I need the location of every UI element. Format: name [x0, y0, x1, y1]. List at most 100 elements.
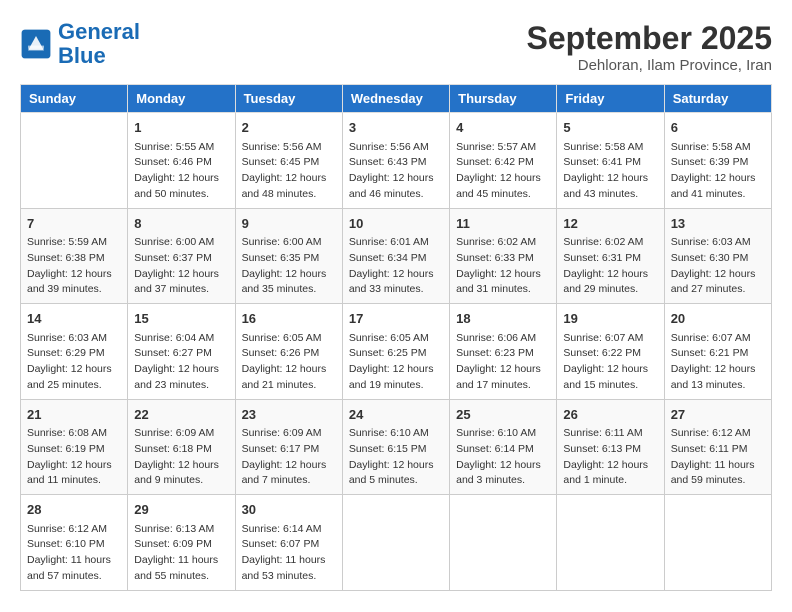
calendar-cell: 10Sunrise: 6:01 AM Sunset: 6:34 PM Dayli…: [342, 208, 449, 304]
day-number: 10: [349, 214, 443, 234]
day-number: 29: [134, 500, 228, 520]
calendar-cell: 12Sunrise: 6:02 AM Sunset: 6:31 PM Dayli…: [557, 208, 664, 304]
calendar-cell: 18Sunrise: 6:06 AM Sunset: 6:23 PM Dayli…: [450, 304, 557, 400]
day-number: 22: [134, 405, 228, 425]
day-info: Sunrise: 6:00 AM Sunset: 6:35 PM Dayligh…: [242, 235, 336, 298]
day-number: 3: [349, 118, 443, 138]
day-number: 21: [27, 405, 121, 425]
calendar-table: SundayMondayTuesdayWednesdayThursdayFrid…: [20, 84, 772, 591]
day-info: Sunrise: 6:12 AM Sunset: 6:10 PM Dayligh…: [27, 522, 121, 585]
logo-text: General Blue: [58, 20, 140, 68]
day-info: Sunrise: 6:14 AM Sunset: 6:07 PM Dayligh…: [242, 522, 336, 585]
calendar-cell: 27Sunrise: 6:12 AM Sunset: 6:11 PM Dayli…: [664, 399, 771, 495]
calendar-cell: 28Sunrise: 6:12 AM Sunset: 6:10 PM Dayli…: [21, 495, 128, 591]
day-info: Sunrise: 6:02 AM Sunset: 6:31 PM Dayligh…: [563, 235, 657, 298]
day-number: 23: [242, 405, 336, 425]
month-title: September 2025: [527, 20, 772, 57]
calendar-cell: 5Sunrise: 5:58 AM Sunset: 6:41 PM Daylig…: [557, 113, 664, 209]
day-info: Sunrise: 6:03 AM Sunset: 6:29 PM Dayligh…: [27, 331, 121, 394]
calendar-cell: [664, 495, 771, 591]
day-info: Sunrise: 5:59 AM Sunset: 6:38 PM Dayligh…: [27, 235, 121, 298]
day-info: Sunrise: 6:12 AM Sunset: 6:11 PM Dayligh…: [671, 426, 765, 489]
day-info: Sunrise: 6:05 AM Sunset: 6:26 PM Dayligh…: [242, 331, 336, 394]
day-number: 1: [134, 118, 228, 138]
calendar-cell: 2Sunrise: 5:56 AM Sunset: 6:45 PM Daylig…: [235, 113, 342, 209]
calendar-week-2: 7Sunrise: 5:59 AM Sunset: 6:38 PM Daylig…: [21, 208, 772, 304]
calendar-week-3: 14Sunrise: 6:03 AM Sunset: 6:29 PM Dayli…: [21, 304, 772, 400]
day-number: 14: [27, 309, 121, 329]
day-info: Sunrise: 6:09 AM Sunset: 6:18 PM Dayligh…: [134, 426, 228, 489]
day-info: Sunrise: 6:10 AM Sunset: 6:14 PM Dayligh…: [456, 426, 550, 489]
day-info: Sunrise: 6:03 AM Sunset: 6:30 PM Dayligh…: [671, 235, 765, 298]
day-info: Sunrise: 5:56 AM Sunset: 6:45 PM Dayligh…: [242, 140, 336, 203]
calendar-cell: 17Sunrise: 6:05 AM Sunset: 6:25 PM Dayli…: [342, 304, 449, 400]
day-number: 27: [671, 405, 765, 425]
logo: General Blue: [20, 20, 140, 68]
calendar-cell: 22Sunrise: 6:09 AM Sunset: 6:18 PM Dayli…: [128, 399, 235, 495]
header-sunday: Sunday: [21, 85, 128, 113]
calendar-cell: 3Sunrise: 5:56 AM Sunset: 6:43 PM Daylig…: [342, 113, 449, 209]
header-monday: Monday: [128, 85, 235, 113]
calendar-week-1: 1Sunrise: 5:55 AM Sunset: 6:46 PM Daylig…: [21, 113, 772, 209]
day-number: 6: [671, 118, 765, 138]
calendar-cell: [21, 113, 128, 209]
calendar-cell: 15Sunrise: 6:04 AM Sunset: 6:27 PM Dayli…: [128, 304, 235, 400]
day-number: 26: [563, 405, 657, 425]
calendar-cell: 1Sunrise: 5:55 AM Sunset: 6:46 PM Daylig…: [128, 113, 235, 209]
day-info: Sunrise: 6:00 AM Sunset: 6:37 PM Dayligh…: [134, 235, 228, 298]
day-number: 17: [349, 309, 443, 329]
calendar-cell: 23Sunrise: 6:09 AM Sunset: 6:17 PM Dayli…: [235, 399, 342, 495]
day-info: Sunrise: 5:58 AM Sunset: 6:39 PM Dayligh…: [671, 140, 765, 203]
calendar-cell: 16Sunrise: 6:05 AM Sunset: 6:26 PM Dayli…: [235, 304, 342, 400]
day-number: 15: [134, 309, 228, 329]
calendar-cell: 20Sunrise: 6:07 AM Sunset: 6:21 PM Dayli…: [664, 304, 771, 400]
day-info: Sunrise: 6:04 AM Sunset: 6:27 PM Dayligh…: [134, 331, 228, 394]
location-subtitle: Dehloran, Ilam Province, Iran: [527, 57, 772, 74]
day-info: Sunrise: 5:55 AM Sunset: 6:46 PM Dayligh…: [134, 140, 228, 203]
title-block: September 2025 Dehloran, Ilam Province, …: [527, 20, 772, 74]
day-number: 11: [456, 214, 550, 234]
logo-line1: General: [58, 19, 140, 44]
header-wednesday: Wednesday: [342, 85, 449, 113]
calendar-cell: 7Sunrise: 5:59 AM Sunset: 6:38 PM Daylig…: [21, 208, 128, 304]
day-number: 8: [134, 214, 228, 234]
day-number: 20: [671, 309, 765, 329]
calendar-cell: 25Sunrise: 6:10 AM Sunset: 6:14 PM Dayli…: [450, 399, 557, 495]
day-info: Sunrise: 6:10 AM Sunset: 6:15 PM Dayligh…: [349, 426, 443, 489]
day-number: 13: [671, 214, 765, 234]
day-number: 19: [563, 309, 657, 329]
day-info: Sunrise: 6:07 AM Sunset: 6:22 PM Dayligh…: [563, 331, 657, 394]
day-number: 5: [563, 118, 657, 138]
calendar-header-row: SundayMondayTuesdayWednesdayThursdayFrid…: [21, 85, 772, 113]
calendar-cell: 29Sunrise: 6:13 AM Sunset: 6:09 PM Dayli…: [128, 495, 235, 591]
calendar-cell: 4Sunrise: 5:57 AM Sunset: 6:42 PM Daylig…: [450, 113, 557, 209]
day-info: Sunrise: 5:56 AM Sunset: 6:43 PM Dayligh…: [349, 140, 443, 203]
day-info: Sunrise: 6:08 AM Sunset: 6:19 PM Dayligh…: [27, 426, 121, 489]
day-number: 24: [349, 405, 443, 425]
logo-line2: Blue: [58, 43, 106, 68]
header-thursday: Thursday: [450, 85, 557, 113]
calendar-cell: 14Sunrise: 6:03 AM Sunset: 6:29 PM Dayli…: [21, 304, 128, 400]
calendar-cell: [342, 495, 449, 591]
day-number: 30: [242, 500, 336, 520]
day-info: Sunrise: 6:05 AM Sunset: 6:25 PM Dayligh…: [349, 331, 443, 394]
calendar-cell: 8Sunrise: 6:00 AM Sunset: 6:37 PM Daylig…: [128, 208, 235, 304]
calendar-cell: [557, 495, 664, 591]
day-info: Sunrise: 5:58 AM Sunset: 6:41 PM Dayligh…: [563, 140, 657, 203]
day-number: 7: [27, 214, 121, 234]
day-info: Sunrise: 5:57 AM Sunset: 6:42 PM Dayligh…: [456, 140, 550, 203]
calendar-cell: 13Sunrise: 6:03 AM Sunset: 6:30 PM Dayli…: [664, 208, 771, 304]
day-number: 16: [242, 309, 336, 329]
calendar-cell: 19Sunrise: 6:07 AM Sunset: 6:22 PM Dayli…: [557, 304, 664, 400]
calendar-cell: 21Sunrise: 6:08 AM Sunset: 6:19 PM Dayli…: [21, 399, 128, 495]
day-number: 9: [242, 214, 336, 234]
day-info: Sunrise: 6:09 AM Sunset: 6:17 PM Dayligh…: [242, 426, 336, 489]
calendar-cell: 11Sunrise: 6:02 AM Sunset: 6:33 PM Dayli…: [450, 208, 557, 304]
day-number: 25: [456, 405, 550, 425]
calendar-cell: [450, 495, 557, 591]
calendar-cell: 26Sunrise: 6:11 AM Sunset: 6:13 PM Dayli…: [557, 399, 664, 495]
day-info: Sunrise: 6:07 AM Sunset: 6:21 PM Dayligh…: [671, 331, 765, 394]
day-info: Sunrise: 6:06 AM Sunset: 6:23 PM Dayligh…: [456, 331, 550, 394]
calendar-cell: 30Sunrise: 6:14 AM Sunset: 6:07 PM Dayli…: [235, 495, 342, 591]
day-number: 28: [27, 500, 121, 520]
